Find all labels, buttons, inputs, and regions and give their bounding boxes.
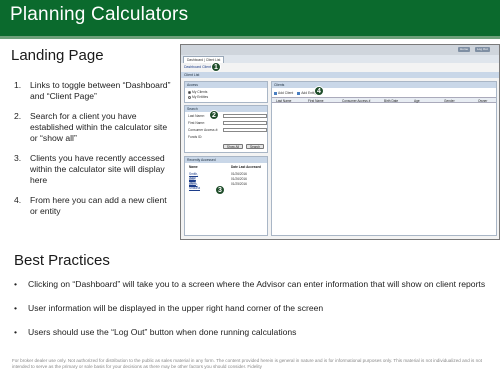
callout-badge: 1	[211, 62, 221, 72]
add-client-icon	[274, 91, 277, 95]
search-panel-title: Search	[185, 106, 267, 112]
column-header: Name	[189, 165, 198, 169]
clients-panel-title: Clients	[272, 82, 496, 88]
step-number: 2.	[14, 111, 22, 121]
list-item: • User information will be displayed in …	[14, 303, 500, 327]
column-header[interactable]: Owner	[478, 98, 487, 104]
app-top-bar: Home Log Out	[181, 45, 499, 55]
recent-client-date: 01/25/2016	[231, 182, 247, 186]
client-list-band: Client List	[181, 72, 499, 78]
step-number: 3.	[14, 153, 22, 163]
consumer-access-input[interactable]	[223, 128, 267, 132]
best-practices-heading: Best Practices	[14, 252, 110, 269]
recent-client-link[interactable]: Dunn, Shauna	[189, 182, 200, 190]
radio-unselected-icon	[188, 95, 191, 99]
funds-id-label: Funds ID:	[188, 135, 203, 139]
column-header[interactable]: First Name	[308, 98, 324, 104]
column-header[interactable]: Last Name	[276, 98, 291, 104]
last-name-label: Last Name:	[188, 114, 205, 118]
step-item: 3. Clients you have recently accessed wi…	[14, 153, 174, 186]
show-all-button[interactable]: Show All	[223, 144, 243, 149]
recent-panel-title: Recently Accessed	[185, 157, 267, 163]
access-panel: Access My Clients My Entities	[184, 81, 268, 103]
callout-badge: 3	[215, 185, 225, 195]
column-header[interactable]: Consumer Access #	[342, 98, 370, 104]
title-rule	[0, 36, 500, 39]
bullet-icon: •	[14, 327, 18, 337]
step-text: Search for a client you have established…	[30, 111, 168, 143]
recent-client-date: 01/26/2016	[231, 177, 247, 181]
bullet-text: Clicking on “Dashboard” will take you to…	[28, 279, 486, 289]
list-item: • Clicking on “Dashboard” will take you …	[14, 279, 500, 303]
radio-selected-icon	[188, 90, 191, 94]
column-header[interactable]: Birth Date	[384, 98, 398, 104]
best-practices-list: • Clicking on “Dashboard” will take you …	[14, 279, 500, 351]
step-text: From here you can add a new client or en…	[30, 195, 167, 216]
access-panel-title: Access	[185, 82, 267, 88]
add-entity-icon	[297, 91, 301, 95]
title-bar: Planning Calculators	[0, 0, 500, 36]
first-name-input[interactable]	[223, 121, 267, 125]
app-tab-strip: Dashboard | Client List	[181, 55, 499, 63]
recent-client-date: 01/26/2016	[231, 172, 247, 176]
list-item: • Users should use the “Log Out” button …	[14, 327, 500, 351]
page-title: Planning Calculators	[10, 4, 189, 25]
step-number: 1.	[14, 80, 22, 90]
first-name-label: First Name:	[188, 121, 206, 125]
clients-grid-header: Last Name First Name Consumer Access # B…	[272, 97, 496, 103]
add-client-button[interactable]: Add Client	[274, 91, 293, 95]
search-panel: Search Last Name: First Name: Consumer A…	[184, 105, 268, 153]
step-item: 4. From here you can add a new client or…	[14, 195, 174, 217]
app-screenshot: Home Log Out Dashboard | Client List Das…	[180, 44, 500, 240]
radio-my-entities[interactable]: My Entities	[188, 95, 208, 99]
recently-accessed-panel: Recently Accessed Name Date Last Accesse…	[184, 156, 268, 236]
bullet-icon: •	[14, 303, 18, 313]
column-header: Date Last Accessed	[231, 165, 262, 169]
footer-disclaimer: For broker dealer use only. Not authoriz…	[12, 358, 483, 369]
bullet-text: User information will be displayed in th…	[28, 303, 324, 313]
bullet-text: Users should use the “Log Out” button wh…	[28, 327, 297, 337]
step-text: Clients you have recently accessed withi…	[30, 153, 165, 185]
step-text: Links to toggle between “Dashboard” and …	[30, 80, 171, 101]
search-button[interactable]: Search	[246, 144, 264, 149]
step-item: 2. Search for a client you have establis…	[14, 111, 174, 144]
callout-badge: 2	[209, 110, 219, 120]
step-number: 4.	[14, 195, 22, 205]
bullet-icon: •	[14, 279, 18, 289]
step-item: 1. Links to toggle between “Dashboard” a…	[14, 80, 174, 102]
column-header[interactable]: Gender	[444, 98, 455, 104]
callout-badge: 4	[314, 86, 324, 96]
radio-label: My Entities	[192, 95, 209, 99]
steps-list: 1. Links to toggle between “Dashboard” a…	[14, 80, 174, 226]
column-header[interactable]: Age	[414, 98, 420, 104]
home-button[interactable]: Home	[458, 47, 471, 52]
radio-label: My Clients	[192, 90, 208, 94]
last-name-input[interactable]	[223, 114, 267, 118]
add-client-label: Add Client	[278, 91, 294, 95]
log-out-button[interactable]: Log Out	[475, 47, 490, 52]
clients-panel: Clients Add Client Add Entity Last Name …	[271, 81, 497, 236]
dashboard-clients-links[interactable]: Dashboard Clients	[184, 65, 213, 69]
radio-my-clients[interactable]: My Clients	[188, 90, 207, 94]
landing-heading: Landing Page	[11, 47, 104, 64]
consumer-access-label: Consumer Access #:	[188, 128, 219, 132]
